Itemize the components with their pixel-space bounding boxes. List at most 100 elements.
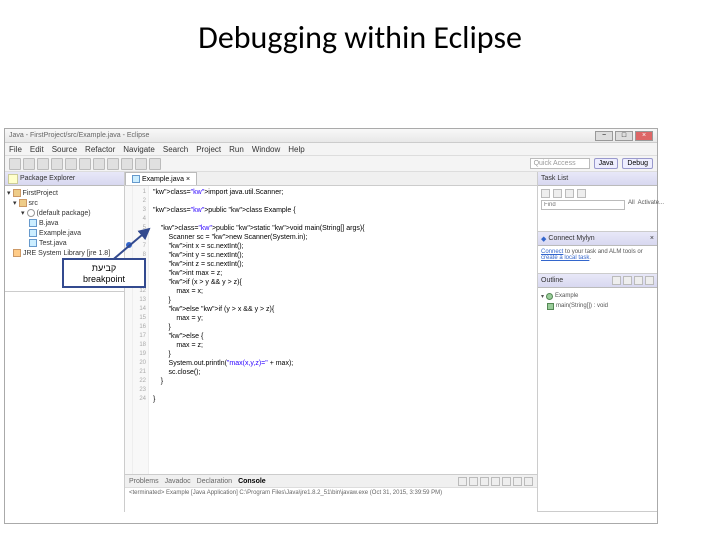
bottom-panel: Problems Javadoc Declaration Console <te [125, 474, 537, 512]
run-icon[interactable] [51, 158, 63, 170]
package-explorer-icon [8, 174, 18, 184]
task-list-header[interactable]: Task List [538, 172, 657, 186]
code-editor[interactable]: 123456789101112131415161718192021222324 … [125, 186, 537, 474]
outline-header[interactable]: Outline [538, 274, 657, 288]
outline-method[interactable]: main(String[]) : void [556, 303, 608, 309]
open-type-icon[interactable] [93, 158, 105, 170]
class-icon [546, 293, 553, 300]
java-file-icon [29, 239, 37, 247]
outline-title: Outline [541, 277, 563, 284]
mylyn-header[interactable]: ◆ Connect Mylyn × [538, 232, 657, 246]
file-b[interactable]: B.java [39, 220, 58, 227]
tab-console[interactable]: Console [238, 478, 266, 485]
forward-icon[interactable] [149, 158, 161, 170]
menu-edit[interactable]: Edit [30, 145, 44, 154]
mylyn-title: Connect Mylyn [548, 235, 594, 242]
tab-javadoc[interactable]: Javadoc [165, 478, 191, 485]
task-collapse-icon[interactable] [577, 189, 586, 198]
menu-run[interactable]: Run [229, 145, 244, 154]
src-icon [19, 199, 27, 207]
mylyn-icon: ◆ [541, 235, 546, 243]
new-icon[interactable] [9, 158, 21, 170]
menu-project[interactable]: Project [196, 145, 221, 154]
mylyn-close-icon[interactable]: × [650, 235, 654, 242]
outline-hide-static-icon[interactable] [634, 276, 643, 285]
back-icon[interactable] [135, 158, 147, 170]
eclipse-window: Java - FirstProject/src/Example.java - E… [4, 128, 658, 524]
new-class-icon[interactable] [79, 158, 91, 170]
toggle-breadcrumb-icon[interactable] [121, 158, 133, 170]
console-max-icon[interactable] [524, 477, 533, 486]
java-file-icon [29, 219, 37, 227]
editor-tab-label: Example.java [142, 176, 184, 183]
quick-access-input[interactable]: Quick Access [530, 158, 590, 169]
package-explorer-title: Package Explorer [20, 175, 75, 182]
jre-icon [13, 249, 21, 257]
project-icon [13, 189, 21, 197]
mylyn-view: ◆ Connect Mylyn × Connect to your task a… [538, 232, 657, 274]
console-output: <terminated> Example [Java Application] … [125, 488, 537, 498]
project-node[interactable]: FirstProject [23, 190, 58, 197]
pkg-node[interactable]: (default package) [37, 210, 91, 217]
console-display-icon[interactable] [491, 477, 500, 486]
outline-view: Outline ▾Example main(String[]) : void [538, 274, 657, 512]
method-icon [547, 303, 554, 310]
task-find-input[interactable] [541, 200, 625, 210]
task-list-view: Task List All Activate... [538, 172, 657, 232]
debug-icon[interactable] [37, 158, 49, 170]
outline-hide-fields-icon[interactable] [623, 276, 632, 285]
task-all[interactable]: All [628, 200, 635, 210]
menu-help[interactable]: Help [288, 145, 304, 154]
mylyn-body: Connect to your task and ALM tools or cr… [538, 246, 657, 264]
menu-search[interactable]: Search [163, 145, 188, 154]
search-icon[interactable] [107, 158, 119, 170]
save-icon[interactable] [23, 158, 35, 170]
menu-file[interactable]: File [9, 145, 22, 154]
src-node[interactable]: src [29, 200, 38, 207]
close-tab-icon[interactable]: × [186, 176, 190, 183]
console-min-icon[interactable] [513, 477, 522, 486]
editor-tab-example[interactable]: Example.java × [125, 172, 197, 185]
java-file-icon [132, 175, 140, 183]
console-clear-icon[interactable] [458, 477, 467, 486]
code-area[interactable]: "kw">class="kw">import java.util.Scanner… [149, 186, 369, 474]
tab-declaration[interactable]: Declaration [197, 478, 232, 485]
menu-navigate[interactable]: Navigate [123, 145, 155, 154]
task-sync-icon[interactable] [565, 189, 574, 198]
java-file-icon [29, 229, 37, 237]
outline-sort-icon[interactable] [612, 276, 621, 285]
task-cat-icon[interactable] [553, 189, 562, 198]
maximize-button[interactable]: □ [615, 131, 633, 141]
console-pin-icon[interactable] [469, 477, 478, 486]
outline-class[interactable]: Example [555, 293, 578, 299]
left-empty-area [5, 292, 125, 512]
task-new-icon[interactable] [541, 189, 550, 198]
perspective-java[interactable]: Java [594, 158, 619, 169]
window-title: Java - FirstProject/src/Example.java - E… [9, 132, 595, 139]
titlebar: Java - FirstProject/src/Example.java - E… [5, 129, 657, 143]
editor-tabs: Example.java × [125, 172, 537, 186]
menu-window[interactable]: Window [252, 145, 280, 154]
slide-title: Debugging within Eclipse [0, 0, 720, 65]
breakpoint-callout: קביעת breakpoint [62, 258, 146, 288]
menubar: File Edit Source Refactor Navigate Searc… [5, 143, 657, 156]
task-activate[interactable]: Activate... [638, 200, 664, 210]
minimize-button[interactable]: − [595, 131, 613, 141]
main-toolbar: Quick Access Java Debug [5, 156, 657, 172]
menu-source[interactable]: Source [52, 145, 77, 154]
menu-refactor[interactable]: Refactor [85, 145, 115, 154]
close-button[interactable]: × [635, 131, 653, 141]
mylyn-create-link[interactable]: create a local task [541, 255, 589, 261]
package-explorer-header[interactable]: Package Explorer [5, 172, 124, 186]
jre-node[interactable]: JRE System Library [jre 1.8] [23, 250, 110, 257]
file-test[interactable]: Test.java [39, 240, 67, 247]
task-list-title: Task List [541, 175, 568, 182]
tab-problems[interactable]: Problems [129, 478, 159, 485]
callout-line1: קביעת [64, 263, 144, 274]
perspective-debug[interactable]: Debug [622, 158, 653, 169]
console-open-icon[interactable] [502, 477, 511, 486]
new-package-icon[interactable] [65, 158, 77, 170]
file-example[interactable]: Example.java [39, 230, 81, 237]
console-scroll-lock-icon[interactable] [480, 477, 489, 486]
outline-hide-nonpublic-icon[interactable] [645, 276, 654, 285]
